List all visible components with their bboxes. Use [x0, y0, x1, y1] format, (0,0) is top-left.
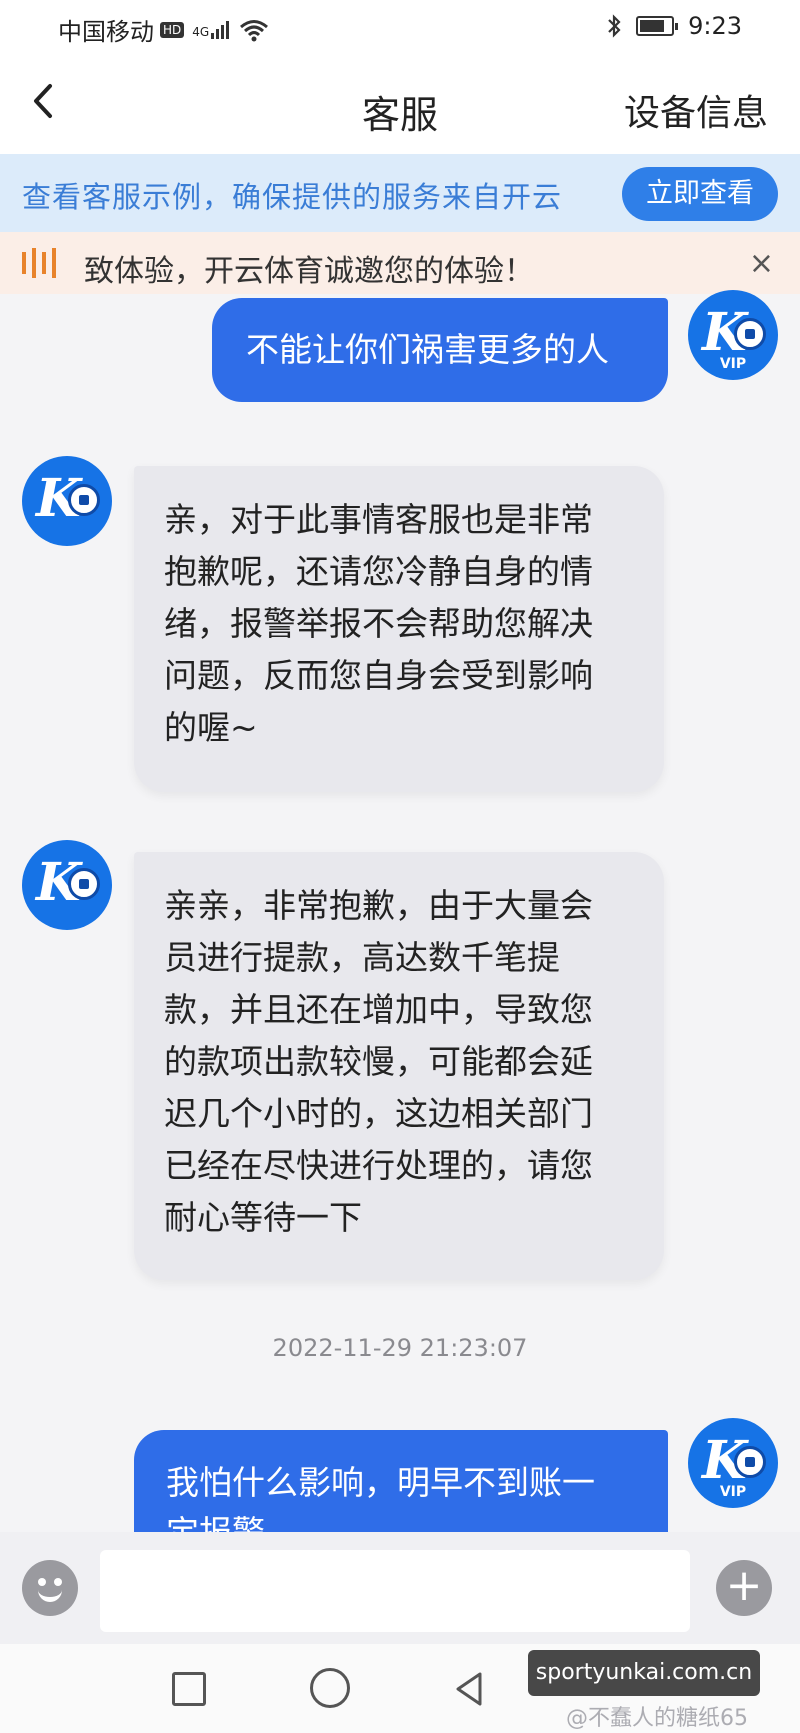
battery-icon — [636, 16, 679, 36]
emoji-button[interactable] — [22, 1560, 78, 1616]
emoji-mouth — [38, 1588, 62, 1602]
vip-label: VIP — [719, 356, 747, 372]
notice-banner: 查看客服示例，确保提供的服务来自开云 立即查看 — [0, 154, 800, 232]
hd-badge: HD — [160, 21, 185, 38]
back-triangle-icon[interactable] — [448, 1668, 490, 1710]
network-label: 4G — [192, 24, 210, 39]
message-line: 亲亲，非常抱歉，由于大量会 — [164, 886, 593, 925]
user-avatar: K VIP — [688, 290, 778, 380]
site-watermark: sportyunkai.com.cn — [528, 1650, 760, 1696]
message-line: 的款项出款较慢，可能都会延 — [164, 1042, 593, 1081]
message-line: 员进行提款，高达数千笔提 — [164, 938, 560, 977]
marquee-text: 致体验，开云体育诚邀您的体验！ — [84, 254, 534, 289]
author-watermark: @不蠢人的糖纸65 — [566, 1706, 748, 1731]
message-text: 不能让你们祸害更多的人 — [246, 330, 609, 369]
announcement-icon — [22, 248, 56, 278]
agent-message-bubble: 亲，对于此事情客服也是非常 抱歉呢，还请您冷静自身的情 绪，报警举报不会帮助您解… — [134, 466, 664, 792]
emoji-eye — [54, 1578, 62, 1586]
user-message-bubble: 我怕什么影响，明早不到账一 定报警 — [134, 1430, 668, 1532]
agent-avatar: K — [22, 456, 112, 546]
recents-button[interactable] — [172, 1672, 206, 1706]
message-line: 已经在尽快进行处理的，请您 — [164, 1146, 593, 1185]
close-icon[interactable]: × — [749, 246, 774, 281]
agent-message-bubble: 亲亲，非常抱歉，由于大量会 员进行提款，高达数千笔提 款，并且还在增加中，导致您… — [134, 852, 664, 1280]
message-input[interactable] — [100, 1550, 690, 1632]
marquee-bar: 致体验，开云体育诚邀您的体验！ × — [0, 232, 800, 294]
signal-icon: 4G — [192, 20, 231, 39]
chat-clip: 我怕什么影响，明早不到账一 定报警 — [0, 1420, 800, 1532]
message-line: 的喔~ — [164, 708, 258, 747]
bluetooth-icon — [608, 14, 621, 38]
app-header: 客服 设备信息 — [0, 56, 800, 154]
emoji-eye — [38, 1578, 46, 1586]
device-info-button[interactable]: 设备信息 — [624, 84, 768, 136]
message-line: 耐心等待一下 — [164, 1198, 362, 1237]
status-right: 9:23 — [606, 12, 742, 40]
user-message-bubble: 不能让你们祸害更多的人 — [212, 298, 668, 402]
notice-text: 查看客服示例，确保提供的服务来自开云 — [22, 180, 563, 214]
message-line: 绪，报警举报不会帮助您解决 — [164, 604, 593, 643]
message-timestamp: 2022-11-29 21:23:07 — [272, 1334, 528, 1362]
vip-label: VIP — [719, 1484, 747, 1500]
plus-button[interactable]: + — [716, 1560, 772, 1616]
message-line: 定报警 — [166, 1508, 636, 1532]
user-avatar: K VIP — [688, 1418, 778, 1508]
soccer-ball-icon — [68, 868, 100, 900]
message-composer: + — [0, 1532, 800, 1644]
message-line: 抱歉呢，还请您冷静自身的情 — [164, 552, 593, 591]
wifi-icon — [240, 19, 269, 41]
message-line: 我怕什么影响，明早不到账一 — [166, 1463, 595, 1502]
clock: 9:23 — [688, 12, 742, 40]
soccer-ball-icon — [734, 1446, 766, 1478]
message-line: 问题，反而您自身会受到影响 — [164, 656, 593, 695]
status-bar: 中国移动 HD 4G 9:23 — [0, 0, 800, 56]
signal-bars-icon — [211, 20, 231, 39]
soccer-ball-icon — [734, 318, 766, 350]
soccer-ball-icon — [68, 484, 100, 516]
home-button[interactable] — [310, 1668, 350, 1708]
carrier-label: 中国移动 — [58, 18, 154, 46]
agent-avatar: K — [22, 840, 112, 930]
message-line: 亲，对于此事情客服也是非常 — [164, 500, 593, 539]
message-line: 迟几个小时的，这边相关部门 — [164, 1094, 593, 1133]
status-left: 中国移动 HD 4G — [58, 12, 269, 47]
message-line: 款，并且还在增加中，导致您 — [164, 990, 593, 1029]
view-now-button[interactable]: 立即查看 — [622, 167, 778, 221]
